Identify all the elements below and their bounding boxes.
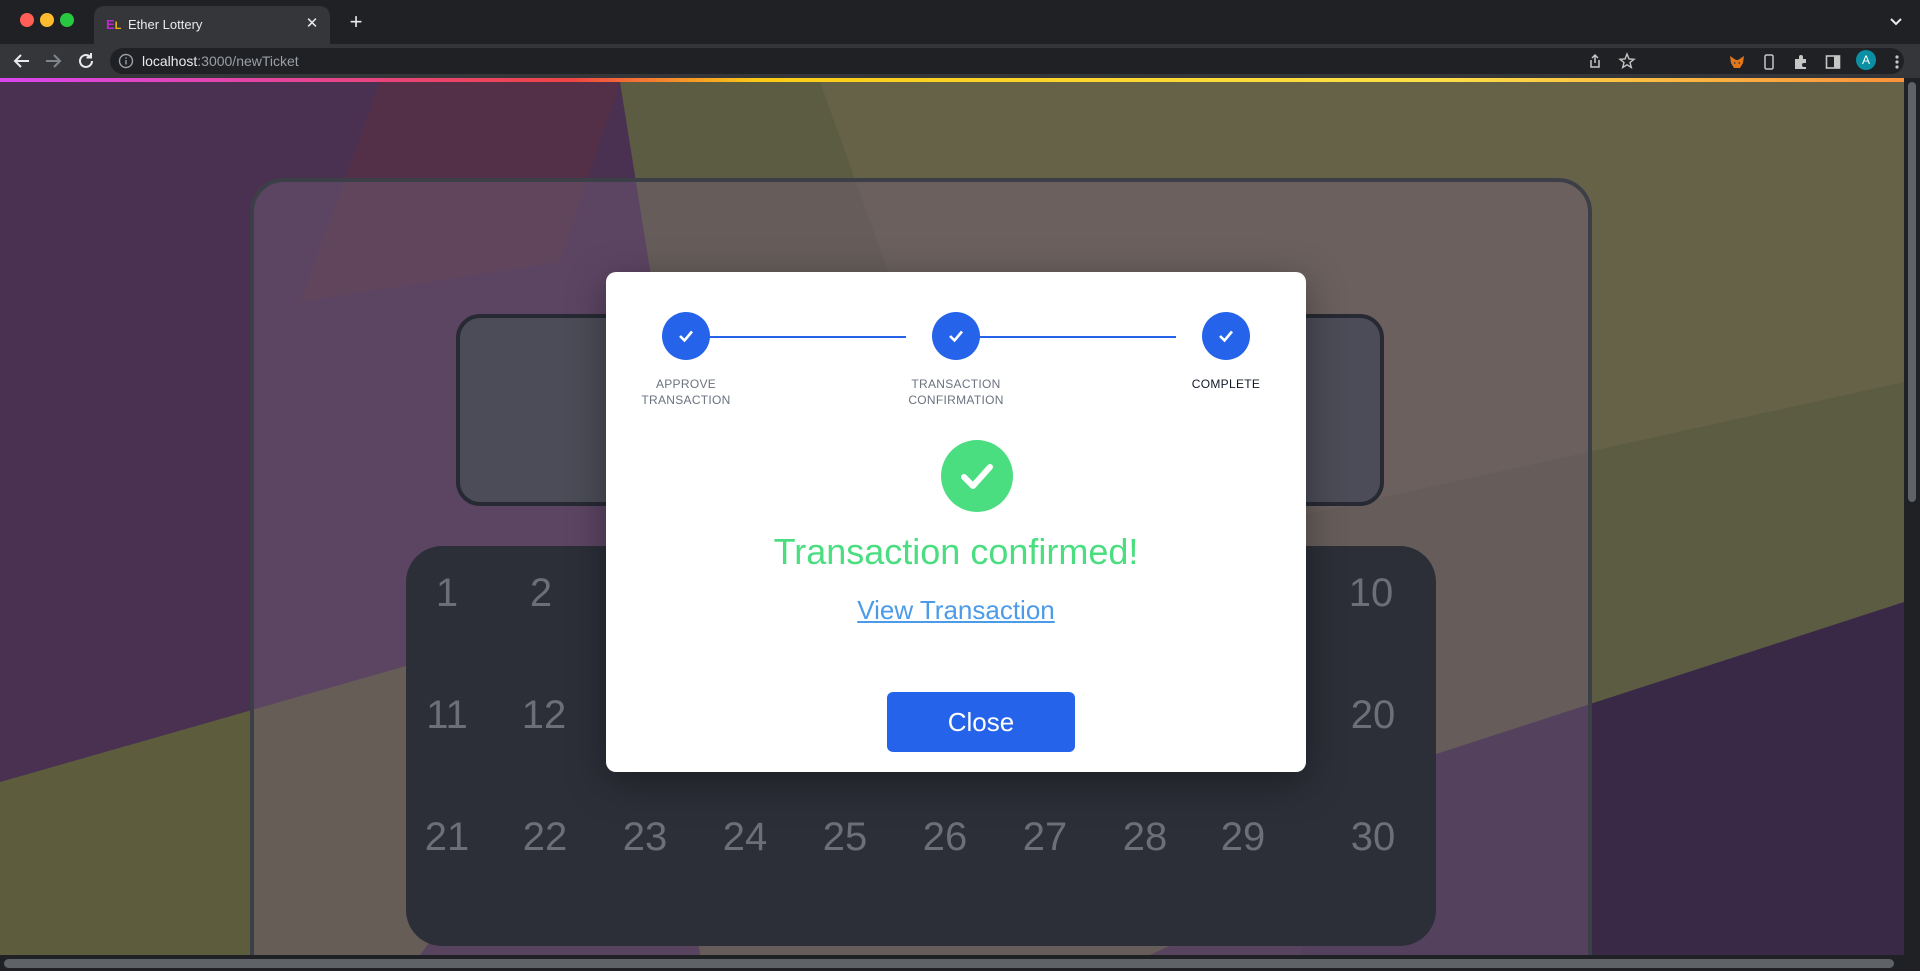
grid-number[interactable]: 25 [810,814,880,860]
grid-number[interactable]: 21 [412,814,482,860]
transaction-status-text: Transaction confirmed! [773,531,1139,572]
step-approve-check-icon [662,312,710,360]
step-label-line: APPROVE [655,377,717,391]
step-label-line: TRANSACTION [641,393,731,407]
metamask-fox-icon[interactable] [1728,53,1746,71]
profile-avatar[interactable]: A [1856,50,1876,70]
kebab-menu-icon[interactable] [1888,53,1906,71]
bookmark-star-icon[interactable] [1618,52,1636,70]
browser-tab[interactable]: EL Ether Lottery ✕ [94,6,330,44]
back-arrow-icon[interactable] [10,49,34,73]
grid-number[interactable]: 12 [509,692,579,738]
browser-toolbar: localhost:3000/newTicket A [0,44,1920,78]
vertical-scrollbar-thumb[interactable] [1908,82,1916,502]
grid-number[interactable]: 28 [1110,814,1180,860]
tab-close-icon[interactable]: ✕ [302,14,322,34]
forward-arrow-icon[interactable] [41,49,65,73]
step-complete-check-icon [1202,312,1250,360]
step-label-line: CONFIRMATION [908,393,1004,407]
grid-number[interactable]: 23 [610,814,680,860]
tab-title: Ether Lottery [128,17,203,32]
ether-lottery-favicon-icon: EL [106,17,122,32]
extensions-puzzle-icon[interactable] [1792,53,1810,71]
url-host: localhost [142,53,198,69]
address-bar[interactable]: localhost:3000/newTicket [110,48,1904,74]
side-panel-icon[interactable] [1824,53,1842,71]
horizontal-scrollbar[interactable] [0,955,1920,971]
step-confirmation-check-icon [932,312,980,360]
site-info-icon[interactable] [118,53,134,69]
share-icon[interactable] [1586,52,1604,70]
url-text: localhost:3000/newTicket [142,52,299,70]
grid-number[interactable]: 24 [710,814,780,860]
transaction-modal: APPROVE TRANSACTION TRANSACTION CONFIRMA… [606,272,1306,772]
maximize-window-button[interactable] [60,13,74,27]
grid-number[interactable]: 22 [510,814,580,860]
stepper-connector [956,336,1176,338]
close-button[interactable]: Close [887,692,1075,752]
grid-number[interactable]: 30 [1338,814,1408,860]
minimize-window-button[interactable] [40,13,54,27]
grid-number[interactable]: 1 [412,570,482,616]
success-check-icon [941,440,1013,512]
step-label-complete: COMPLETE [1146,376,1306,392]
grid-number[interactable]: 11 [412,692,482,738]
vertical-scrollbar[interactable] [1904,78,1920,955]
grid-number[interactable]: 26 [910,814,980,860]
step-label-confirmation: TRANSACTION CONFIRMATION [876,376,1036,408]
horizontal-scrollbar-thumb[interactable] [4,959,1894,968]
grid-number[interactable]: 29 [1208,814,1278,860]
reload-icon[interactable] [74,49,98,73]
step-label-line: TRANSACTION [911,377,1001,391]
url-path: :3000/newTicket [197,53,299,69]
step-label-approve: APPROVE TRANSACTION [606,376,766,408]
grid-number[interactable]: 10 [1336,570,1406,616]
tab-bar: EL Ether Lottery ✕ + [0,0,1920,44]
new-tab-icon[interactable]: + [344,10,368,34]
stepper-connector [686,336,906,338]
close-window-button[interactable] [20,13,34,27]
grid-number[interactable]: 27 [1010,814,1080,860]
phone-device-icon[interactable] [1760,53,1778,71]
view-transaction-link[interactable]: View Transaction [606,594,1306,626]
step-label-line: COMPLETE [1191,377,1261,391]
tab-search-chevron-icon[interactable] [1886,12,1906,32]
grid-number[interactable]: 2 [506,570,576,616]
grid-number[interactable]: 20 [1338,692,1408,738]
